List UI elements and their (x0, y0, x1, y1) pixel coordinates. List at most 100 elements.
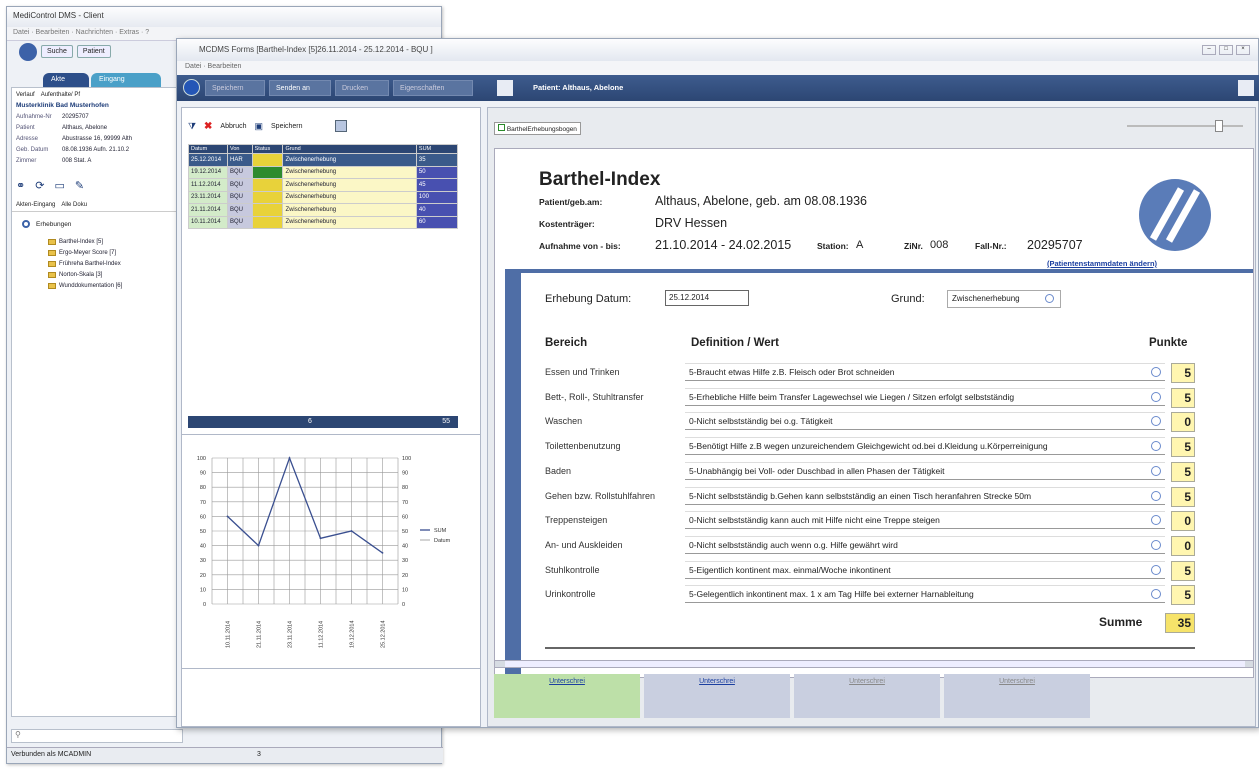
filter-icon[interactable]: ⧩ (188, 121, 196, 132)
row-definition-select[interactable]: 5-Braucht etwas Hilfe z.B. Fleisch oder … (685, 363, 1165, 381)
row-points: 5 (1171, 486, 1195, 507)
table-header-cell[interactable]: Datum (188, 144, 228, 154)
tree-item-label: Barthel-Index [5] (59, 238, 104, 245)
folder-icon (48, 238, 56, 245)
tree-item[interactable]: Barthel-Index [5] (48, 236, 182, 247)
close-icon[interactable]: × (1236, 45, 1250, 55)
dropdown-icon[interactable] (1045, 294, 1054, 303)
row-by: HAR (227, 153, 253, 167)
table-header-cell[interactable]: Von (227, 144, 253, 154)
filter-field[interactable]: ⚲ (11, 729, 183, 743)
tab-eingang[interactable]: Eingang (91, 73, 161, 87)
row-definition-select[interactable]: 5-Benötigt Hilfe z.B wegen unzureichende… (685, 437, 1165, 456)
row-points: 5 (1171, 585, 1195, 606)
corner-icon[interactable] (1238, 80, 1254, 96)
dropdown-icon[interactable] (1151, 465, 1161, 476)
row-reason: Zwischenerhebung (282, 178, 417, 192)
list-save-button[interactable]: Speichern (271, 123, 303, 130)
folder-icon (48, 249, 56, 256)
dropdown-icon[interactable] (1151, 391, 1161, 402)
tree-item[interactable]: Wunddokumentation [6] (48, 280, 182, 291)
row-definition-select[interactable]: 5-Gelegentlich inkontinent max. 1 x am T… (685, 585, 1165, 604)
table-row[interactable]: 11.12.2014 BQU Zwischenerhebung 45 (188, 178, 459, 192)
tree-item[interactable]: Norton-Skala [3] (48, 269, 182, 280)
tree-root[interactable]: Erhebungen (12, 212, 182, 236)
dropdown-icon[interactable] (1151, 564, 1161, 575)
link-icon[interactable]: ⚭ (16, 179, 25, 192)
status-connected: Verbunden als MCADMIN (11, 751, 92, 758)
dropdown-icon[interactable] (1151, 367, 1161, 377)
zoom-slider[interactable] (1127, 120, 1243, 132)
form-tab[interactable]: BarthelErhebungsbogen (494, 122, 581, 135)
properties-button[interactable]: Eigenschaften (393, 80, 473, 96)
tab-akten-eingang[interactable]: Akten-Eingang (16, 202, 55, 208)
assessment-row: Waschen 0-Nicht selbstständig bei o.g. Tä… (545, 412, 1215, 434)
sum-line-chart: 0 0 10 10 20 20 30 30 40 40 50 50 60 60 70 70 80 80 90 90 10… (197, 456, 451, 648)
tab-alle-doku[interactable]: Alle Doku (61, 202, 87, 208)
history-pane: ⧩ ✖ Abbruch ▣ Speichern Datum Von Status Gr… (181, 107, 481, 727)
forms-window: MCDMS Forms [Barthel-Index [5]26.11.2014… (176, 38, 1259, 728)
refresh-icon[interactable]: ⟳ (35, 179, 44, 192)
document-icon[interactable]: ▭ (54, 179, 64, 192)
row-definition-select[interactable]: 5-Nicht selbstständig b.Gehen kann selbs… (685, 486, 1165, 505)
reason-select[interactable]: Zwischenerhebung (947, 290, 1061, 308)
patient-button[interactable]: Patient (76, 45, 111, 58)
row-by: BQU (227, 203, 253, 217)
zoom-slider-thumb[interactable] (1215, 120, 1223, 132)
signature-tab[interactable]: Unterschrei (644, 674, 790, 718)
signature-tab[interactable]: Unterschrei (794, 674, 940, 718)
row-definition-select[interactable]: 0-Nicht selbstständig bei o.g. Tätigkeit (685, 412, 1165, 431)
table-row[interactable]: 19.12.2014 BQU Zwischenerhebung 50 (188, 165, 459, 179)
list-settings-icon[interactable] (334, 120, 347, 132)
row-definition-select[interactable]: 0-Nicht selbstständig auch wenn o.g. Hil… (685, 535, 1165, 554)
assessment-row: An- und Auskleiden 0-Nicht selbstständig … (545, 535, 1215, 558)
collapse-icon[interactable] (22, 220, 30, 228)
horizontal-scrollbar[interactable] (494, 660, 1254, 668)
row-definition-select[interactable]: 5-Eigentlich kontinent max. einmal/Woche… (685, 560, 1165, 579)
table-header-cell[interactable]: SUM (415, 144, 459, 154)
dropdown-icon[interactable] (1151, 539, 1161, 550)
print-button[interactable]: Drucken (335, 80, 389, 96)
row-sum: 35 (415, 153, 459, 167)
nav-history[interactable]: Verlauf (16, 92, 35, 98)
row-definition-select[interactable]: 5-Erhebliche Hilfe beim Transfer Lagewec… (685, 387, 1165, 406)
tab-akte[interactable]: Akte (43, 73, 89, 87)
table-row[interactable]: 10.11.2014 BQU Zwischenerhebung 60 (188, 215, 459, 229)
forms-menu-bar[interactable]: Datei · Bearbeiten (177, 61, 1258, 75)
nav-stays[interactable]: Aufenthalte/ Pf (41, 92, 80, 98)
tree-item[interactable]: Frühreha Barthel-Index (48, 258, 182, 269)
date-input[interactable]: 25.12.2014 (665, 290, 749, 306)
row-sum: 40 (415, 203, 459, 217)
field-label: Aufnahme-Nr (16, 113, 52, 120)
table-header-cell[interactable]: Status (251, 144, 284, 154)
save-button[interactable]: Speichern (205, 80, 265, 96)
search-button[interactable]: Suche (41, 45, 73, 58)
abort-icon[interactable]: ✖ (204, 121, 212, 132)
maximize-icon[interactable]: □ (1219, 45, 1233, 55)
info-icon[interactable] (183, 79, 200, 96)
send-to-button[interactable]: Senden an (269, 80, 331, 96)
minimize-icon[interactable]: – (1202, 45, 1216, 55)
status-bar: Verbunden als MCADMIN 3 (7, 747, 443, 763)
row-definition-select[interactable]: 5-Unabhängig bei Voll- oder Duschbad in … (685, 461, 1165, 480)
y-tick-left: 70 (200, 500, 206, 506)
edit-icon[interactable]: ✎ (75, 179, 84, 192)
dropdown-icon[interactable] (1151, 490, 1161, 501)
tree-item[interactable]: Ergo-Meyer Score [7] (48, 247, 182, 258)
scrollbar-thumb[interactable] (505, 661, 1245, 667)
patient-icon[interactable] (497, 80, 513, 96)
table-row[interactable]: 23.11.2014 BQU Zwischenerhebung 100 (188, 190, 459, 204)
nav-row: Verlauf Aufenthalte/ Pf (12, 88, 182, 102)
row-reason: Zwischenerhebung (282, 190, 417, 204)
chart-divider (182, 668, 480, 669)
signature-tab[interactable]: Unterschrei (944, 674, 1090, 718)
legend-label-sum: SUM (434, 528, 447, 534)
table-header-cell[interactable]: Grund (282, 144, 417, 154)
table-row[interactable]: 21.11.2014 BQU Zwischenerhebung 40 (188, 203, 459, 217)
table-row[interactable]: 25.12.2014 HAR Zwischenerhebung 35 (188, 153, 459, 167)
row-definition-select[interactable]: 0-Nicht selbstständig kann auch mit Hilf… (685, 511, 1165, 530)
edit-patient-link[interactable]: (Patientenstammdaten ändern) (1047, 259, 1157, 268)
disk-icon[interactable]: ▣ (255, 121, 264, 132)
abort-button[interactable]: Abbruch (220, 123, 246, 130)
signature-tab[interactable]: Unterschrei (494, 674, 640, 718)
